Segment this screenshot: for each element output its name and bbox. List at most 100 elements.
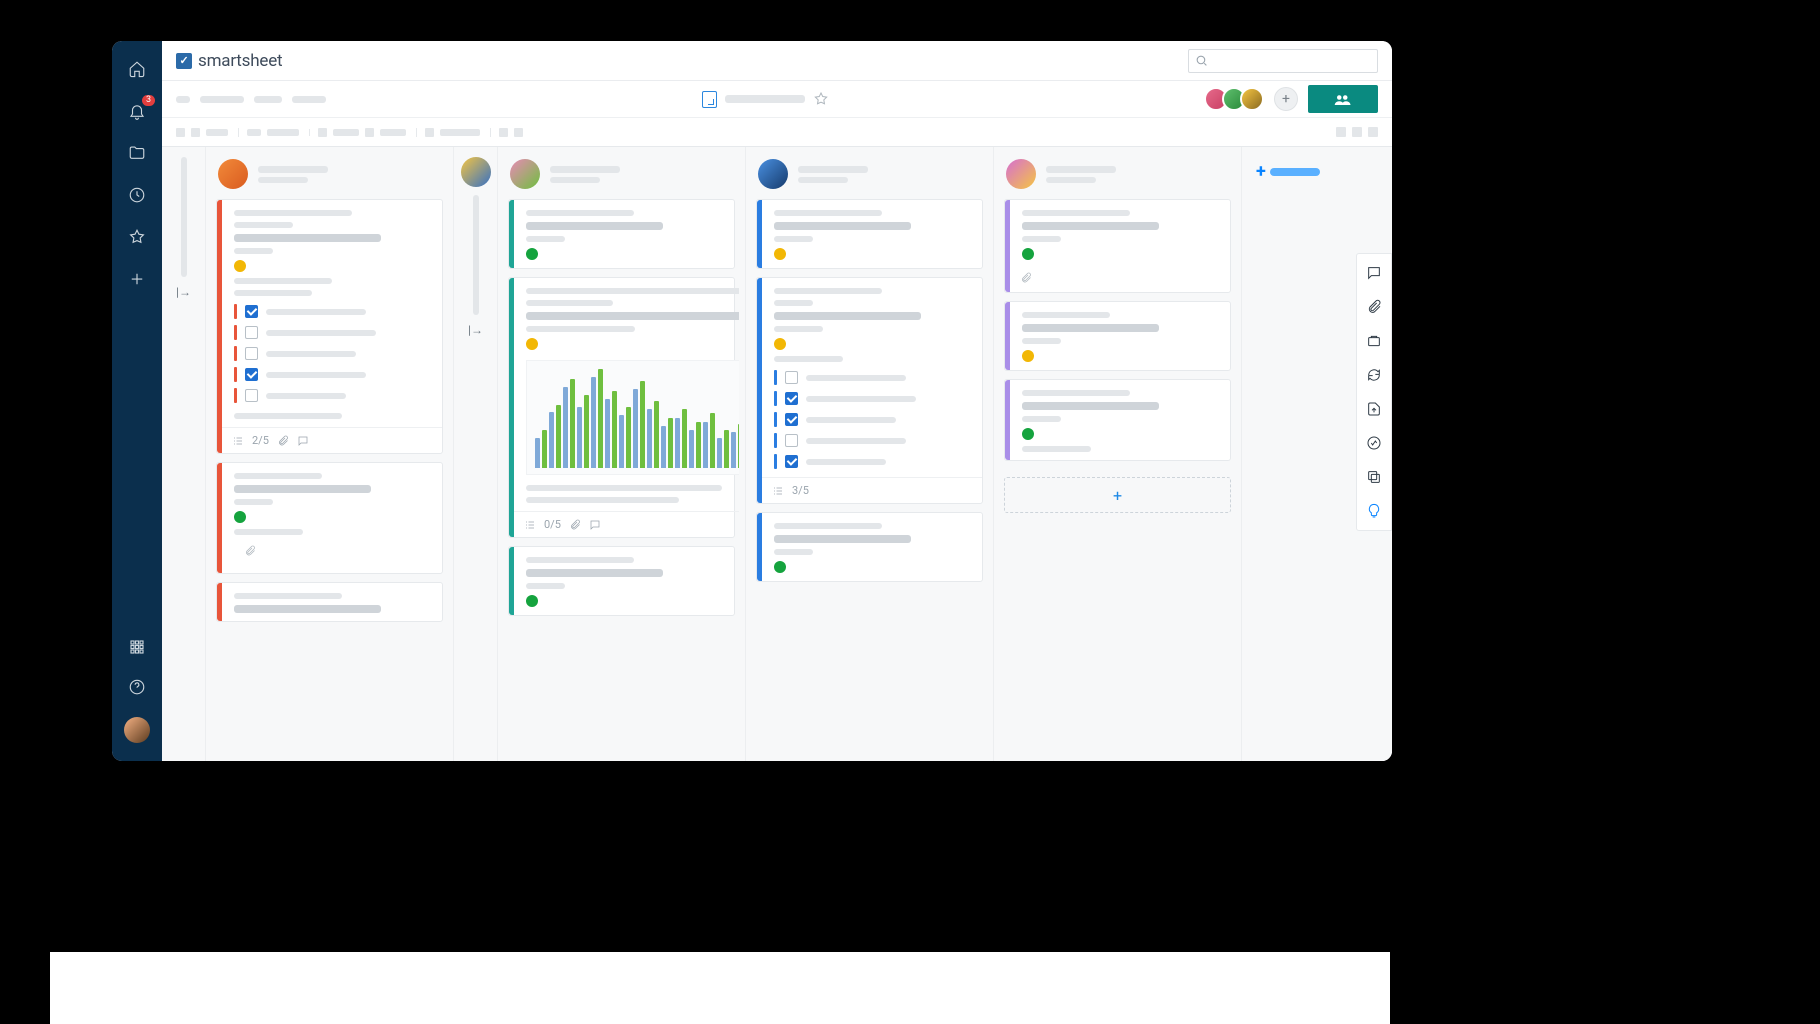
attachments-panel-icon[interactable] (1365, 298, 1383, 316)
left-nav: 3 (112, 41, 162, 761)
card[interactable] (756, 512, 983, 582)
checkbox[interactable] (785, 413, 798, 426)
lane-header (752, 157, 987, 199)
avatar (1240, 87, 1264, 111)
comment-icon[interactable] (297, 435, 309, 447)
star-icon[interactable] (813, 91, 829, 107)
card[interactable]: 3/5 (756, 277, 983, 504)
lane-handle[interactable] (473, 195, 479, 315)
checkbox[interactable] (245, 347, 258, 360)
lane-handle[interactable] (181, 157, 187, 277)
apps-icon[interactable] (127, 637, 147, 657)
card-footer: 2/5 (222, 427, 442, 453)
checklist-icon (772, 485, 784, 497)
share-button[interactable] (1308, 85, 1378, 113)
main: ✓ smartsheet (162, 41, 1392, 761)
lane-avatar (1006, 159, 1036, 189)
notification-badge: 3 (142, 95, 155, 106)
checklist (774, 370, 970, 469)
checkbox[interactable] (245, 389, 258, 402)
card[interactable] (508, 546, 735, 616)
share-icon (1334, 92, 1352, 106)
home-icon[interactable] (127, 59, 147, 79)
checklist-icon (524, 519, 536, 531)
expand-lane-icon[interactable]: |→ (468, 323, 483, 337)
status-dot-green (774, 561, 786, 573)
card-chart (526, 360, 739, 475)
board: |→ (162, 147, 1392, 761)
lane-avatar (510, 159, 540, 189)
lane-4: + (994, 147, 1242, 761)
brand[interactable]: ✓ smartsheet (176, 51, 282, 71)
checkbox[interactable] (785, 434, 798, 447)
checklist (234, 304, 430, 403)
right-rail (1356, 253, 1392, 531)
status-dot-green (234, 511, 246, 523)
card-footer: 0/5 (514, 511, 739, 537)
card[interactable] (1004, 301, 1231, 371)
status-dot-amber (774, 338, 786, 350)
tips-icon[interactable] (1365, 502, 1383, 520)
status-dot-amber (1022, 350, 1034, 362)
status-dot-green (526, 595, 538, 607)
add-collaborator-button[interactable]: + (1274, 87, 1298, 111)
attachment-icon[interactable] (277, 435, 289, 447)
toolbar (162, 117, 1392, 147)
add-icon[interactable] (127, 269, 147, 289)
page-title (725, 95, 805, 103)
checkbox[interactable] (785, 392, 798, 405)
brand-name: smartsheet (198, 51, 282, 71)
search-icon (1195, 54, 1208, 67)
help-icon[interactable] (127, 677, 147, 697)
activity-icon[interactable] (1365, 434, 1383, 452)
checkbox[interactable] (245, 305, 258, 318)
folder-icon[interactable] (127, 143, 147, 163)
lane-header (212, 157, 447, 199)
status-dot-green (1022, 248, 1034, 260)
attachment-icon[interactable] (569, 519, 581, 531)
comment-icon[interactable] (589, 519, 601, 531)
checkbox[interactable] (245, 368, 258, 381)
document-icon (702, 91, 717, 108)
checkbox[interactable] (245, 326, 258, 339)
card[interactable] (1004, 199, 1231, 293)
copy-icon[interactable] (1365, 468, 1383, 486)
notifications-icon[interactable]: 3 (127, 101, 147, 121)
lane-2: 0/5 (498, 147, 746, 761)
status-dot-amber (774, 248, 786, 260)
collaborator-avatars[interactable] (1204, 87, 1264, 111)
attachment-icon[interactable] (244, 545, 256, 557)
checklist-count: 2/5 (252, 434, 269, 447)
card[interactable]: 0/5 (508, 277, 735, 538)
card[interactable] (756, 199, 983, 269)
expand-lane-icon[interactable]: |→ (176, 285, 191, 299)
lane-avatar (218, 159, 248, 189)
status-dot-green (1022, 428, 1034, 440)
card[interactable]: 2/5 (216, 199, 443, 454)
add-lane-button[interactable]: + (1250, 161, 1384, 182)
titlebar: + (162, 81, 1392, 117)
proofs-panel-icon[interactable] (1365, 332, 1383, 350)
lane-header (504, 157, 739, 199)
lane-collapsed: |→ (454, 147, 498, 761)
checkbox[interactable] (785, 455, 798, 468)
attachment-icon[interactable] (1020, 272, 1032, 284)
app-window: 3 ✓ smartsheet (112, 41, 1392, 761)
recents-icon[interactable] (127, 185, 147, 205)
view-switcher[interactable] (1336, 127, 1378, 137)
checklist-count: 0/5 (544, 518, 561, 531)
favorites-icon[interactable] (127, 227, 147, 247)
add-card-button[interactable]: + (1004, 477, 1231, 513)
card[interactable] (508, 199, 735, 269)
user-avatar[interactable] (124, 717, 150, 743)
refresh-icon[interactable] (1365, 366, 1383, 384)
card[interactable] (1004, 379, 1231, 461)
export-icon[interactable] (1365, 400, 1383, 418)
lane-collapsed: |→ (162, 147, 206, 761)
search-input[interactable] (1188, 49, 1378, 73)
comments-panel-icon[interactable] (1365, 264, 1383, 282)
card[interactable] (216, 462, 443, 574)
card[interactable] (216, 582, 443, 622)
status-dot-amber (234, 260, 246, 272)
checkbox[interactable] (785, 371, 798, 384)
